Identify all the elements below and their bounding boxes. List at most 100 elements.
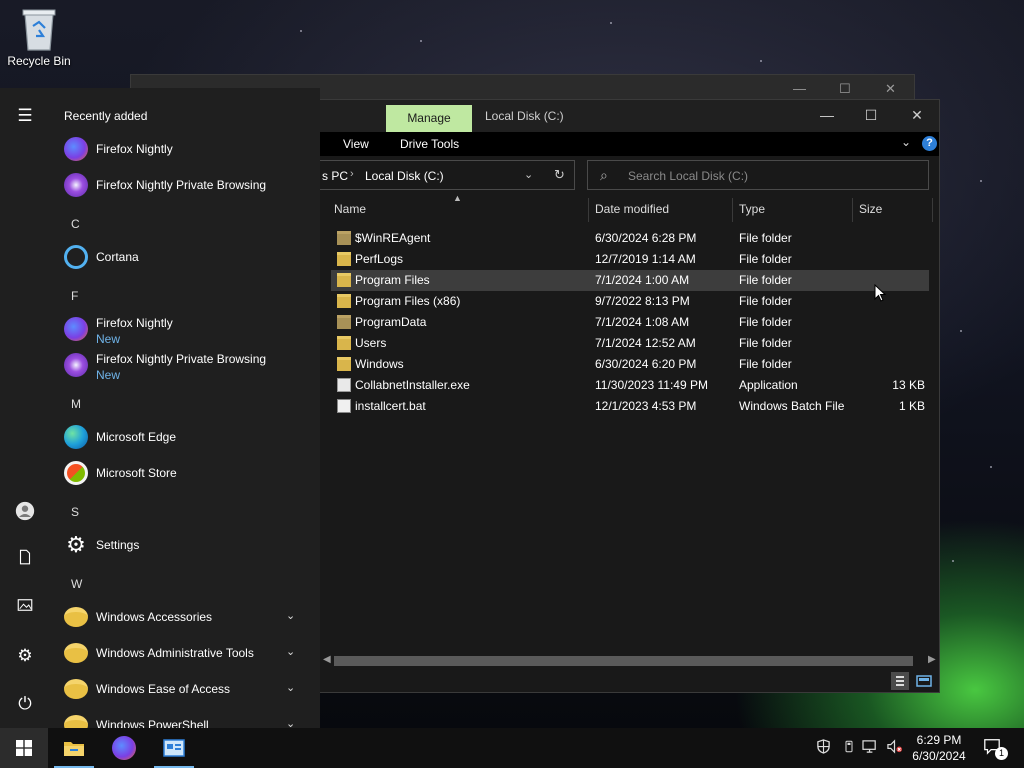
large-icons-view-icon[interactable] [915,672,933,690]
details-view-icon[interactable] [891,672,909,690]
file-row[interactable]: installcert.bat 12/1/2023 4:53 PM Windows … [331,396,929,417]
app-label: Windows Accessories [96,610,213,624]
file-date-modified: 9/7/2022 8:13 PM [595,294,690,308]
power-icon[interactable]: ⏻ [13,692,37,716]
microsoft-edge-icon [64,425,88,449]
network-icon[interactable] [862,739,879,757]
column-divider[interactable] [852,198,853,222]
chevron-down-icon[interactable]: ⌄ [286,717,295,728]
explorer-title-bar[interactable]: Manage Local Disk (C:) — ☐ ✕ [301,100,939,132]
file-row[interactable]: Windows 6/30/2024 6:20 PM File folder [331,354,929,375]
volume-muted-icon[interactable] [886,739,903,757]
app-windows-powershell[interactable]: Windows PowerShell ⌄ [62,708,312,728]
scrollbar-thumb[interactable] [334,656,913,666]
chevron-down-icon[interactable]: ⌄ [286,609,295,622]
column-divider[interactable] [588,198,589,222]
horizontal-scrollbar[interactable]: ◀ ▶ [321,654,939,668]
file-date-modified: 6/30/2024 6:28 PM [595,231,697,245]
maximize-button[interactable]: ☐ [861,107,881,124]
tab-manage[interactable]: Manage [386,105,472,132]
close-icon[interactable]: ✕ [885,81,896,97]
usb-device-icon[interactable] [843,739,855,757]
app-firefox-private[interactable]: Firefox Nightly Private Browsing New [62,348,312,382]
app-windows-administrative-tools[interactable]: Windows Administrative Tools ⌄ [62,636,312,670]
minimize-button[interactable]: — [817,107,837,123]
letter-header-f[interactable]: F [71,289,78,303]
recycle-bin-icon [22,9,56,51]
hamburger-menu-icon[interactable]: ☰ [13,104,37,128]
search-box[interactable]: ⌕ Search Local Disk (C:) [587,160,929,190]
file-row[interactable]: Program Files (x86) 9/7/2022 8:13 PM File … [331,291,929,312]
column-divider[interactable] [732,198,733,222]
app-settings[interactable]: ⚙ Settings [62,528,312,562]
documents-icon[interactable] [13,548,37,572]
recently-added-heading: Recently added [64,109,148,123]
tab-view[interactable]: View [343,137,369,151]
cortana-icon [64,245,88,269]
taskbar-firefox-nightly[interactable] [100,728,148,768]
letter-header-c[interactable]: C [71,217,80,231]
file-date-modified: 7/1/2024 1:08 AM [595,315,690,329]
app-firefox-private-recent[interactable]: Firefox Nightly Private Browsing [62,168,312,202]
close-button[interactable]: ✕ [907,107,927,124]
system-clock[interactable]: 6:29 PM 6/30/2024 [906,732,972,764]
action-center-button[interactable]: 1 [983,737,1008,760]
taskbar-app-window[interactable] [150,728,198,768]
refresh-icon[interactable]: ↻ [554,167,565,183]
recycle-bin-desktop-icon[interactable]: Recycle Bin [4,6,74,68]
file-row[interactable]: CollabnetInstaller.exe 11/30/2023 11:49 P… [331,375,929,396]
letter-header-m[interactable]: M [71,397,81,411]
chevron-down-icon[interactable]: ⌄ [286,681,295,694]
help-icon[interactable]: ? [922,136,937,151]
file-date-modified: 11/30/2023 11:49 PM [595,378,708,392]
column-header-size[interactable]: Size [859,202,882,216]
address-dropdown-chevron-icon[interactable]: ⌄ [524,168,533,181]
file-row[interactable]: Users 7/1/2024 12:52 AM File folder [331,333,929,354]
file-row[interactable]: ProgramData 7/1/2024 1:08 AM File folder [331,312,929,333]
maximize-icon[interactable]: ☐ [839,81,851,97]
taskbar-file-explorer[interactable] [50,728,98,768]
column-divider[interactable] [932,198,933,222]
app-firefox-nightly-recent[interactable]: Firefox Nightly [62,132,312,166]
tab-drive-tools[interactable]: Drive Tools [400,137,459,151]
app-windows-accessories[interactable]: Windows Accessories ⌄ [62,600,312,634]
file-date-modified: 7/1/2024 12:52 AM [595,336,696,350]
settings-gear-icon[interactable]: ⚙ [13,644,37,668]
app-microsoft-edge[interactable]: Microsoft Edge [62,420,312,454]
pictures-icon[interactable] [13,596,37,620]
letter-header-s[interactable]: S [71,505,79,519]
minimize-icon[interactable]: — [793,81,806,96]
breadcrumb-chevron-icon[interactable]: › [350,168,354,180]
mouse-cursor-icon [874,283,887,302]
firefox-nightly-icon [64,137,88,161]
breadcrumb-local-disk[interactable]: Local Disk (C:) [365,169,444,183]
file-row[interactable]: PerfLogs 12/7/2019 1:14 AM File folder [331,249,929,270]
start-button[interactable] [0,728,48,768]
user-account-icon[interactable] [13,500,37,524]
app-cortana[interactable]: Cortana [62,240,312,274]
column-header-type[interactable]: Type [739,202,765,216]
app-windows-ease-of-access[interactable]: Windows Ease of Access ⌄ [62,672,312,706]
search-placeholder[interactable]: Search Local Disk (C:) [628,169,748,183]
address-bar[interactable]: s PC › Local Disk (C:) ⌄ ↻ [301,160,575,190]
app-firefox-nightly[interactable]: Firefox Nightly New [62,312,312,346]
column-header-name[interactable]: Name [334,202,366,216]
file-row[interactable]: Program Files 7/1/2024 1:00 AM File folder [331,270,929,291]
column-header-date-modified[interactable]: Date modified [595,202,669,216]
star [300,30,302,32]
firefox-nightly-icon [64,317,88,341]
folder-icon [64,643,88,663]
file-row[interactable]: $WinREAgent 6/30/2024 6:28 PM File folder [331,228,929,249]
scroll-right-icon[interactable]: ▶ [928,654,936,665]
file-type: Windows Batch File [739,399,845,413]
chevron-down-icon[interactable]: ⌄ [286,645,295,658]
system-folder-icon [337,231,351,245]
windows-security-shield-icon[interactable] [816,739,831,757]
app-microsoft-store[interactable]: Microsoft Store [62,456,312,490]
expand-ribbon-chevron-icon[interactable]: ⌄ [901,135,911,149]
scroll-left-icon[interactable]: ◀ [323,654,331,665]
file-type: File folder [739,336,792,350]
breadcrumb-this-pc[interactable]: s PC [322,169,348,183]
letter-header-w[interactable]: W [71,577,82,591]
star [952,560,954,562]
